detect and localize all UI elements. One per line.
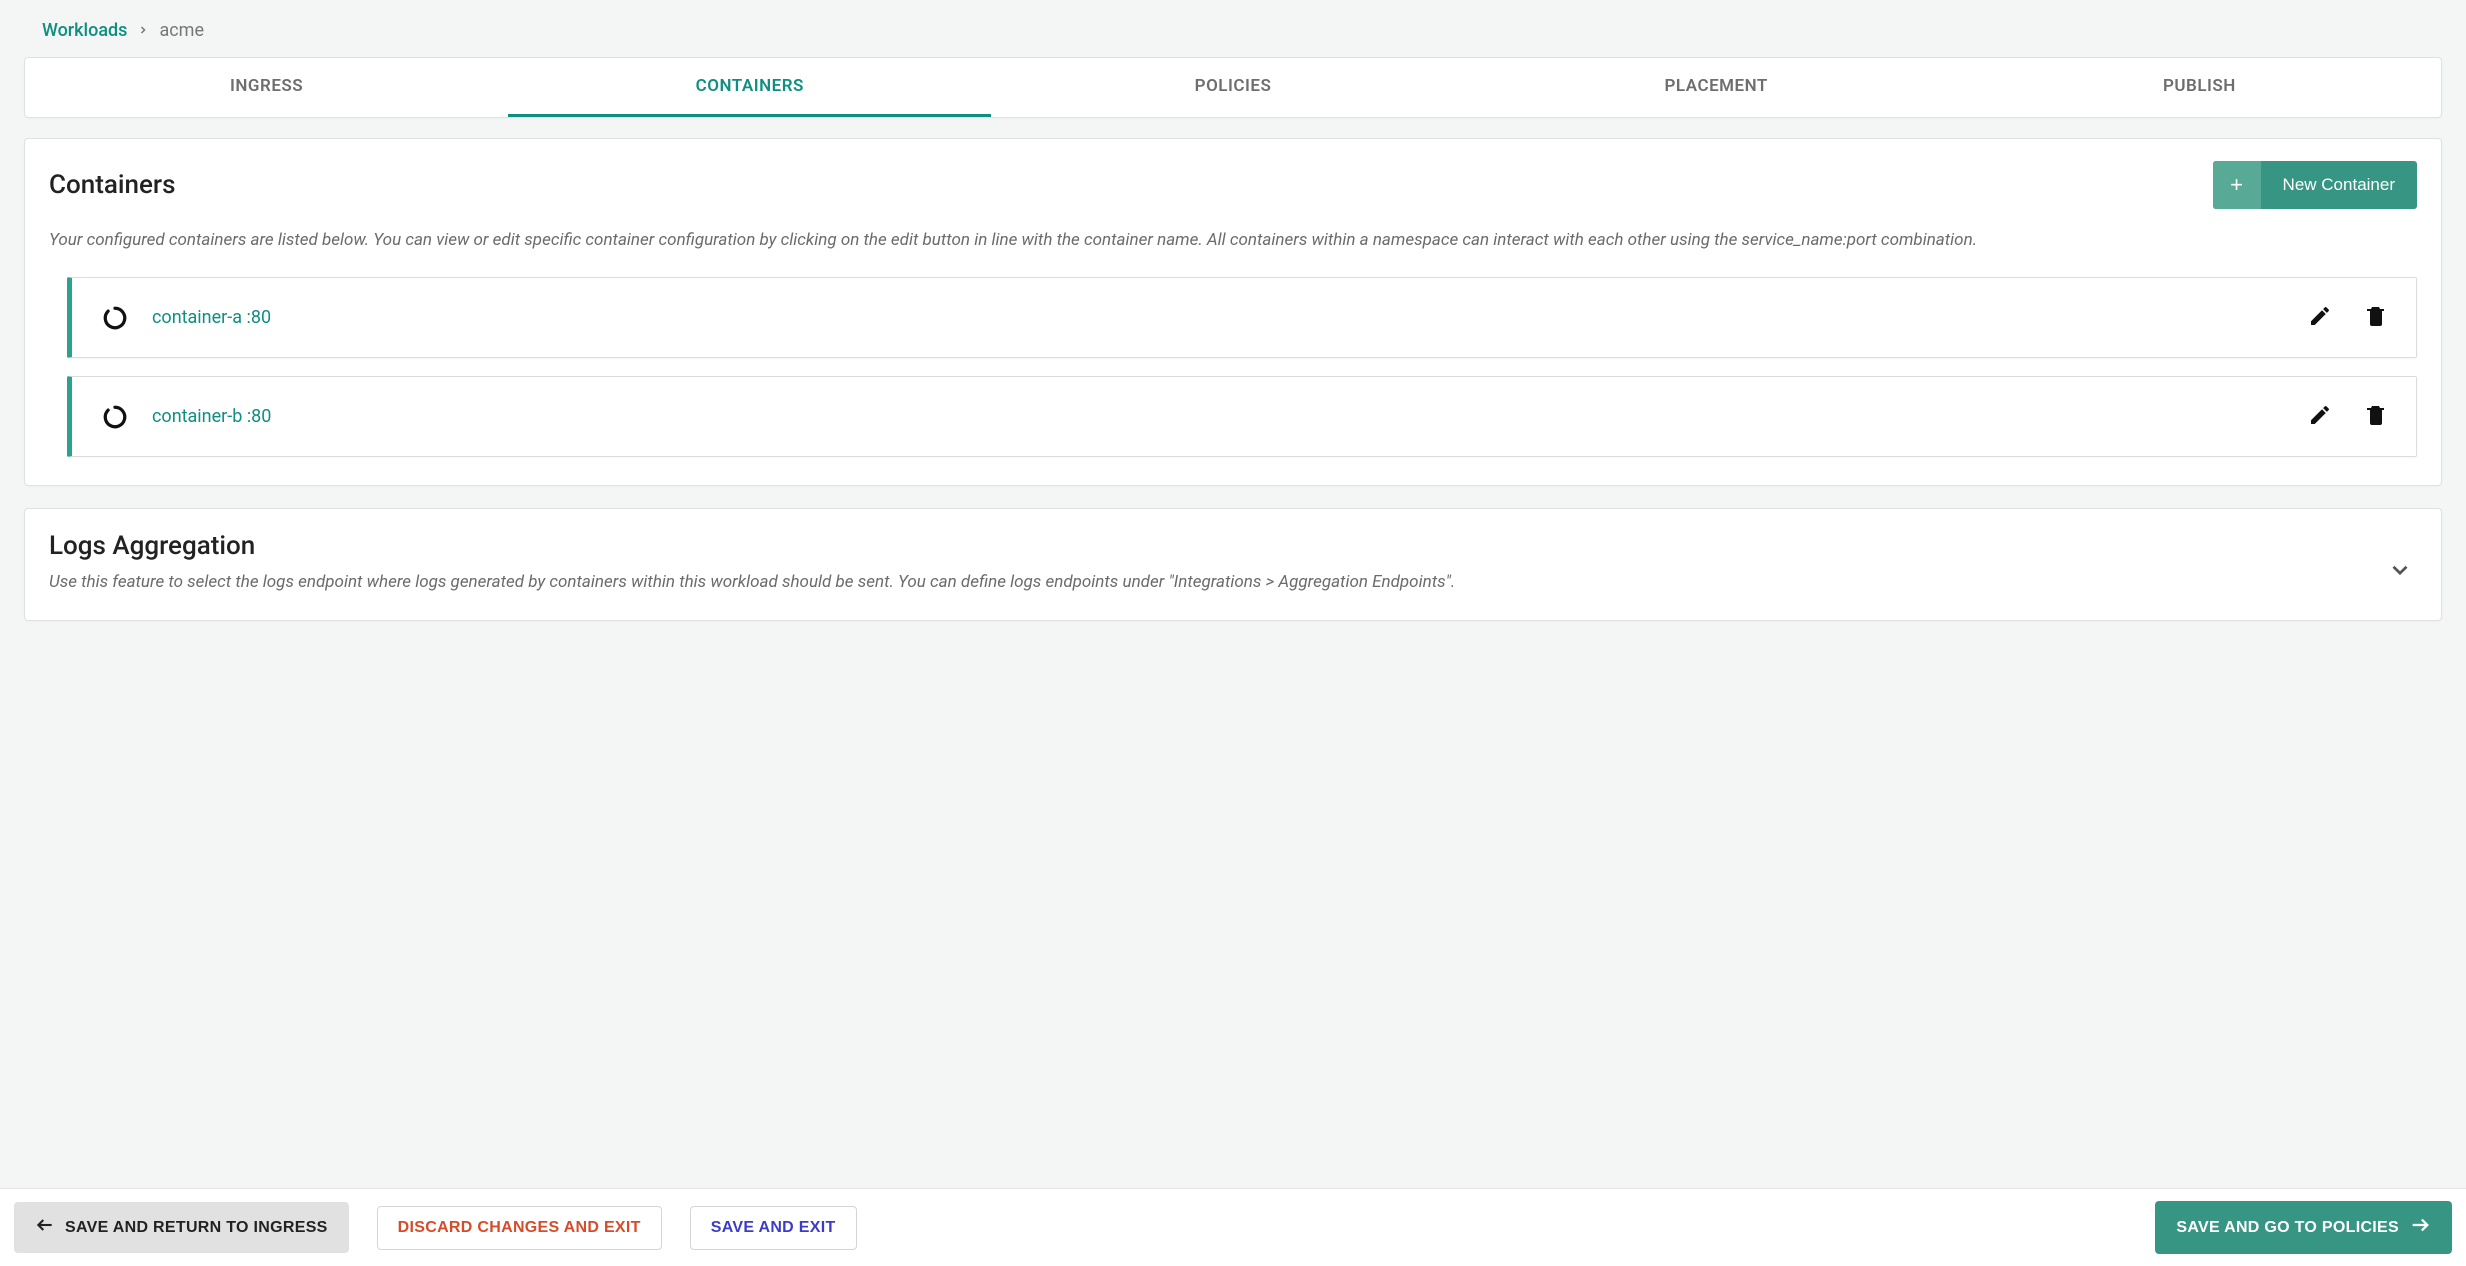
containers-section: Containers + New Container Your configur… [24,138,2442,486]
edit-button[interactable] [2304,300,2336,335]
containers-title: Containers [49,170,175,200]
discard-label: DISCARD CHANGES AND EXIT [398,1219,641,1237]
trash-icon [2364,316,2388,331]
container-name[interactable]: container-a :80 [152,307,2280,328]
new-container-label: New Container [2261,161,2417,209]
tab-ingress[interactable]: INGRESS [25,58,508,117]
spinner-icon [102,305,128,331]
tab-containers[interactable]: CONTAINERS [508,58,991,117]
chevron-right-icon [137,21,149,40]
discard-button[interactable]: DISCARD CHANGES AND EXIT [377,1206,662,1250]
logs-title: Logs Aggregation [49,531,2417,561]
save-next-label: SAVE AND GO TO POLICIES [2176,1219,2399,1237]
arrow-left-icon [35,1215,55,1240]
chevron-down-icon [2387,568,2413,587]
save-exit-label: SAVE AND EXIT [711,1219,836,1237]
tab-publish[interactable]: PUBLISH [1958,58,2441,117]
tab-policies[interactable]: POLICIES [991,58,1474,117]
spinner-icon [102,404,128,430]
save-exit-button[interactable]: SAVE AND EXIT [690,1206,857,1250]
save-next-button[interactable]: SAVE AND GO TO POLICIES [2155,1201,2452,1254]
delete-button[interactable] [2360,300,2392,335]
tabs: INGRESS CONTAINERS POLICIES PLACEMENT PU… [24,57,2442,118]
new-container-button[interactable]: + New Container [2213,161,2417,209]
container-name[interactable]: container-b :80 [152,406,2280,427]
container-row: container-b :80 [67,376,2417,457]
logs-aggregation-section: Logs Aggregation Use this feature to sel… [24,508,2442,620]
breadcrumb-root[interactable]: Workloads [42,20,127,41]
save-return-label: SAVE AND RETURN TO INGRESS [65,1219,328,1237]
footer-bar: SAVE AND RETURN TO INGRESS DISCARD CHANG… [0,1188,2466,1266]
expand-toggle[interactable] [2387,557,2413,587]
pencil-icon [2308,415,2332,430]
breadcrumb-current: acme [159,20,204,41]
arrow-right-icon [2409,1214,2431,1241]
breadcrumb: Workloads acme [24,20,2442,41]
edit-button[interactable] [2304,399,2336,434]
container-list: container-a :80 [49,277,2417,457]
logs-description: Use this feature to select the logs endp… [49,569,2275,595]
save-return-button[interactable]: SAVE AND RETURN TO INGRESS [14,1202,349,1253]
containers-description: Your configured containers are listed be… [49,227,2417,253]
delete-button[interactable] [2360,399,2392,434]
container-row: container-a :80 [67,277,2417,358]
plus-icon: + [2213,161,2261,209]
pencil-icon [2308,316,2332,331]
trash-icon [2364,415,2388,430]
tab-placement[interactable]: PLACEMENT [1475,58,1958,117]
